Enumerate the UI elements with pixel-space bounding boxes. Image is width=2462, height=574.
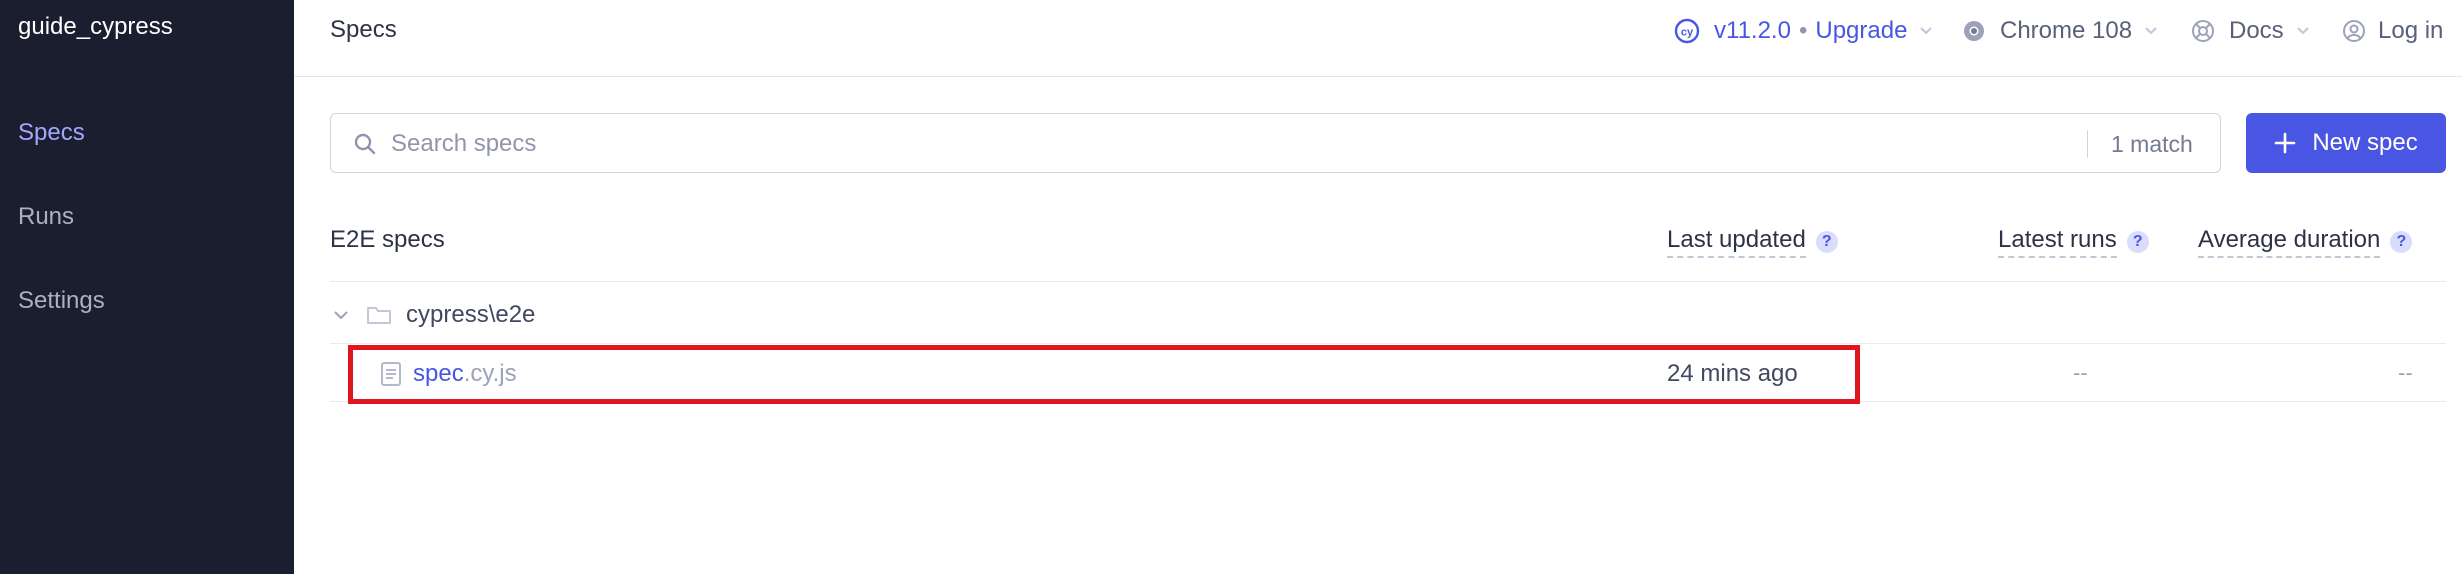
docs-menu[interactable]: Docs	[2191, 14, 2310, 48]
latest-runs-value: --	[2073, 360, 2088, 385]
page-title: Specs	[330, 16, 397, 43]
chevron-down-icon	[2296, 27, 2309, 35]
project-name[interactable]: guide_cypress	[18, 13, 173, 41]
search-box: 1 match	[330, 113, 2221, 173]
browser-label: Chrome 108	[2000, 17, 2133, 44]
new-spec-button[interactable]: New spec	[2246, 113, 2446, 173]
sidebar-item-runs[interactable]: Runs	[18, 203, 74, 231]
search-icon	[353, 132, 377, 156]
chevron-down-icon	[334, 311, 348, 320]
folder-label: cypress\e2e	[406, 301, 536, 328]
sidebar-item-settings[interactable]: Settings	[18, 287, 105, 315]
upgrade-label: Upgrade	[1815, 17, 1908, 44]
row-divider	[330, 281, 2446, 282]
user-icon	[2342, 19, 2366, 43]
section-title: E2E specs	[330, 226, 445, 254]
top-header: Specs cy v11.2.0 • Upgrade Chrome 108 Do…	[294, 0, 2462, 77]
spec-base-name: spec	[413, 360, 464, 387]
login-label: Log in	[2378, 17, 2444, 44]
column-last-updated-label: Last updated	[1667, 226, 1806, 258]
version-upgrade-button[interactable]: cy v11.2.0 • Upgrade	[1674, 14, 1933, 48]
table-row[interactable]: spec.cy.js 24 mins ago -- --	[330, 345, 2446, 405]
row-divider	[330, 343, 2446, 344]
match-count: 1 match	[2111, 131, 2193, 157]
last-updated-value: 24 mins ago	[1667, 360, 1798, 387]
login-button[interactable]: Log in	[2342, 14, 2443, 48]
column-average-duration-label: Average duration	[2198, 226, 2381, 258]
cypress-logo-icon: cy	[1674, 18, 1700, 44]
row-divider	[330, 401, 2446, 402]
version-separator: •	[1798, 17, 1808, 44]
search-input[interactable]	[391, 127, 1791, 161]
search-divider	[2087, 130, 2088, 158]
help-icon[interactable]: ?	[2390, 231, 2413, 253]
new-spec-label: New spec	[2312, 129, 2418, 156]
docs-label: Docs	[2229, 17, 2284, 44]
folder-row[interactable]: cypress\e2e	[330, 298, 535, 332]
help-icon[interactable]: ?	[1815, 231, 1838, 253]
chrome-icon	[1962, 19, 1986, 43]
help-icon[interactable]: ?	[2126, 231, 2149, 253]
average-duration-value: --	[2398, 360, 2413, 385]
plus-icon	[2274, 132, 2296, 154]
file-icon	[380, 361, 402, 387]
browser-selector[interactable]: Chrome 108	[1962, 14, 2158, 48]
spec-file-link[interactable]: spec.cy.js	[413, 360, 517, 388]
version-label: v11.2.0	[1714, 17, 1791, 44]
svg-text:cy: cy	[1681, 27, 1694, 39]
sidebar: guide_cypress Specs Runs Settings	[0, 0, 294, 574]
sidebar-item-specs[interactable]: Specs	[18, 119, 85, 147]
spec-extension: .cy.js	[463, 360, 517, 387]
column-last-updated[interactable]: Last updated ?	[1667, 226, 1838, 258]
chevron-down-icon	[2145, 27, 2157, 35]
column-latest-runs-label: Latest runs	[1998, 226, 2117, 258]
column-latest-runs[interactable]: Latest runs ?	[1998, 226, 2149, 258]
column-average-duration[interactable]: Average duration ?	[2198, 226, 2413, 258]
docs-icon	[2191, 19, 2215, 43]
folder-icon	[367, 307, 391, 324]
section-title-label: E2E specs	[330, 226, 445, 253]
chevron-down-icon	[1920, 27, 1933, 35]
